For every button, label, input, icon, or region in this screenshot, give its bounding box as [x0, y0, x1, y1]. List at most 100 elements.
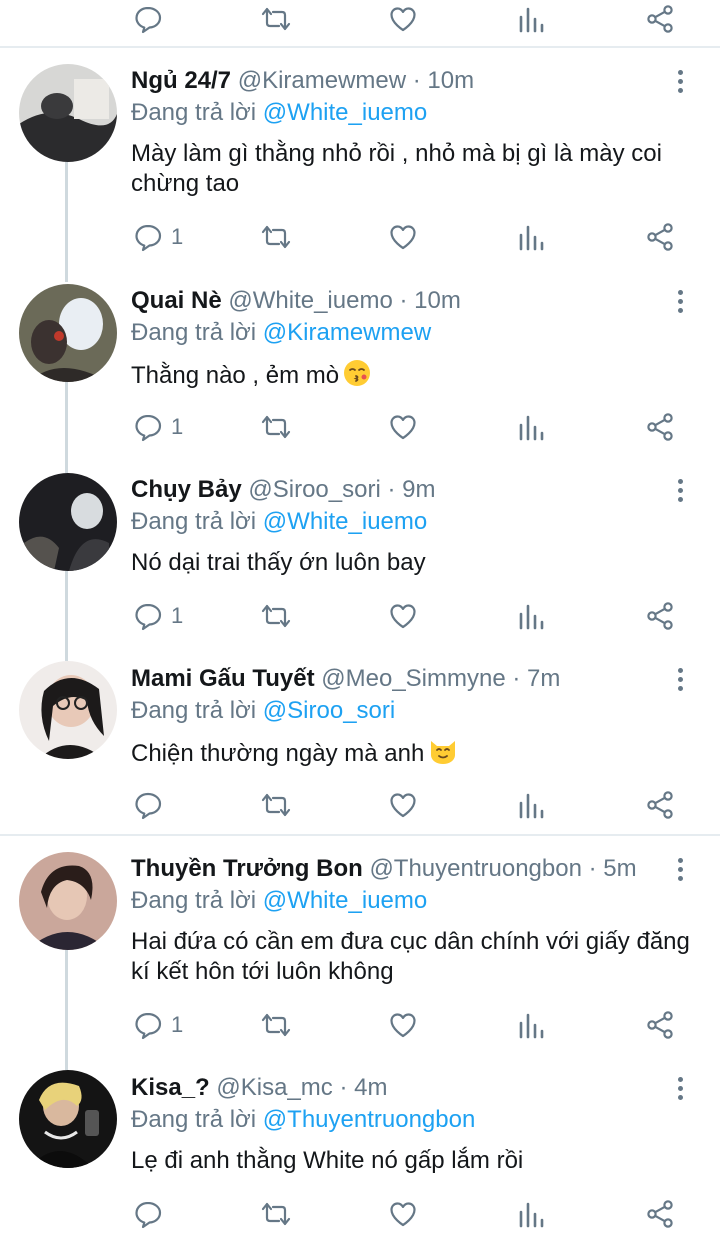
more-options-icon[interactable] [668, 852, 692, 886]
tweet-text: Chiện thường ngày mà anh [131, 737, 691, 773]
share-icon [647, 1011, 673, 1039]
reply-button[interactable]: 1 [133, 1009, 183, 1041]
more-options-icon[interactable] [668, 473, 692, 507]
retweet-icon [261, 793, 291, 817]
retweet-button[interactable] [259, 789, 293, 821]
retweet-button[interactable] [259, 221, 293, 253]
avatar[interactable] [19, 473, 117, 571]
share-button[interactable] [645, 411, 675, 443]
user-handle[interactable]: @Kiramewmew [238, 67, 406, 94]
reply-context: Đang trả lời @Kiramewmew [131, 317, 431, 349]
mention-link[interactable]: @White_iuemo [263, 99, 427, 126]
avatar[interactable] [19, 284, 117, 382]
reply-prefix: Đang trả lời [131, 697, 257, 724]
reply-button[interactable] [133, 3, 163, 35]
display-name[interactable]: Chụy Bảy [131, 476, 242, 503]
display-name[interactable]: Ngủ 24/7 [131, 67, 231, 94]
display-name[interactable]: Mami Gấu Tuyết [131, 665, 315, 692]
more-options-icon[interactable] [668, 64, 692, 98]
like-button[interactable] [388, 3, 418, 35]
analytics-icon [519, 793, 544, 819]
share-icon [647, 602, 673, 630]
user-handle[interactable]: @Kisa_mc [216, 1074, 332, 1101]
divider [0, 46, 720, 48]
user-handle[interactable]: @White_iuemo [228, 287, 392, 314]
reply-count: 1 [171, 414, 184, 439]
like-button[interactable] [388, 789, 418, 821]
display-name[interactable]: Quai Nè [131, 287, 222, 314]
reply-button[interactable] [133, 1198, 171, 1230]
mention-link[interactable]: @White_iuemo [263, 508, 427, 535]
user-handle[interactable]: @Siroo_sori [248, 476, 380, 503]
tweet-header: Quai Nè @White_iuemo · 10m [131, 284, 461, 318]
tweet-header: Mami Gấu Tuyết @Meo_Simmyne · 7m [131, 662, 560, 696]
retweet-button[interactable] [259, 600, 293, 632]
user-handle[interactable]: @Thuyentruongbon [369, 855, 582, 882]
thread-line [65, 162, 68, 282]
avatar[interactable] [19, 661, 117, 759]
retweet-button[interactable] [259, 1198, 293, 1230]
analytics-button[interactable] [517, 1198, 545, 1230]
reply-prefix: Đang trả lời [131, 887, 257, 914]
tweet-text: Hai đứa có cần em đưa cục dân chính với … [131, 928, 690, 985]
reply-button[interactable]: 1 [133, 600, 183, 632]
reply-icon [135, 224, 162, 252]
display-name[interactable]: Thuyền Trưởng Bon [131, 855, 363, 882]
share-button[interactable] [645, 1198, 675, 1230]
mention-link[interactable]: @White_iuemo [263, 887, 427, 914]
reply-prefix: Đang trả lời [131, 1106, 257, 1133]
retweet-button[interactable] [259, 1009, 293, 1041]
mention-link[interactable]: @Siroo_sori [263, 697, 395, 724]
display-name[interactable]: Kisa_? [131, 1074, 210, 1101]
share-button[interactable] [645, 1009, 675, 1041]
analytics-button[interactable] [517, 3, 545, 35]
reply-icon [135, 792, 162, 820]
share-button[interactable] [645, 3, 675, 35]
reply-context: Đang trả lời @Siroo_sori [131, 695, 395, 727]
timestamp: · 10m [399, 287, 461, 314]
reply-icon [135, 6, 162, 34]
mention-link[interactable]: @Thuyentruongbon [263, 1106, 476, 1133]
tweet-header: Chụy Bảy @Siroo_sori · 9m [131, 473, 435, 507]
reply-prefix: Đang trả lời [131, 99, 257, 126]
mention-link[interactable]: @Kiramewmew [263, 319, 431, 346]
retweet-icon [261, 604, 291, 628]
retweet-button[interactable] [259, 3, 293, 35]
timestamp: · 4m [339, 1074, 388, 1101]
more-options-icon[interactable] [668, 662, 692, 696]
tweet-text: Mày làm gì thằng nhỏ rồi , nhỏ mà bị gì … [131, 140, 662, 197]
share-button[interactable] [645, 221, 675, 253]
thread-line [65, 950, 68, 1070]
analytics-button[interactable] [517, 411, 545, 443]
avatar[interactable] [19, 852, 117, 950]
like-button[interactable] [388, 600, 418, 632]
reply-count: 1 [171, 603, 184, 628]
share-icon [647, 5, 673, 33]
retweet-button[interactable] [259, 411, 293, 443]
like-button[interactable] [388, 1198, 418, 1230]
share-button[interactable] [645, 600, 675, 632]
retweet-icon [261, 1013, 291, 1037]
like-button[interactable] [388, 221, 418, 253]
reply-button[interactable] [133, 789, 171, 821]
analytics-icon [519, 604, 544, 630]
analytics-button[interactable] [517, 789, 545, 821]
like-button[interactable] [388, 1009, 418, 1041]
like-button[interactable] [388, 411, 418, 443]
retweet-icon [261, 7, 291, 31]
analytics-button[interactable] [517, 600, 545, 632]
share-button[interactable] [645, 789, 675, 821]
heart-icon [390, 1013, 416, 1038]
reply-button[interactable]: 1 [133, 221, 183, 253]
more-options-icon[interactable] [668, 1071, 692, 1105]
more-options-icon[interactable] [668, 284, 692, 318]
analytics-button[interactable] [517, 1009, 545, 1041]
avatar[interactable] [19, 1070, 117, 1168]
user-handle[interactable]: @Meo_Simmyne [321, 665, 505, 692]
analytics-button[interactable] [517, 221, 545, 253]
share-icon [647, 413, 673, 441]
reply-button[interactable]: 1 [133, 411, 183, 443]
tweet-text: Thằng nào , ẻm mò [131, 359, 691, 395]
avatar[interactable] [19, 64, 117, 162]
reply-icon [135, 1201, 162, 1229]
